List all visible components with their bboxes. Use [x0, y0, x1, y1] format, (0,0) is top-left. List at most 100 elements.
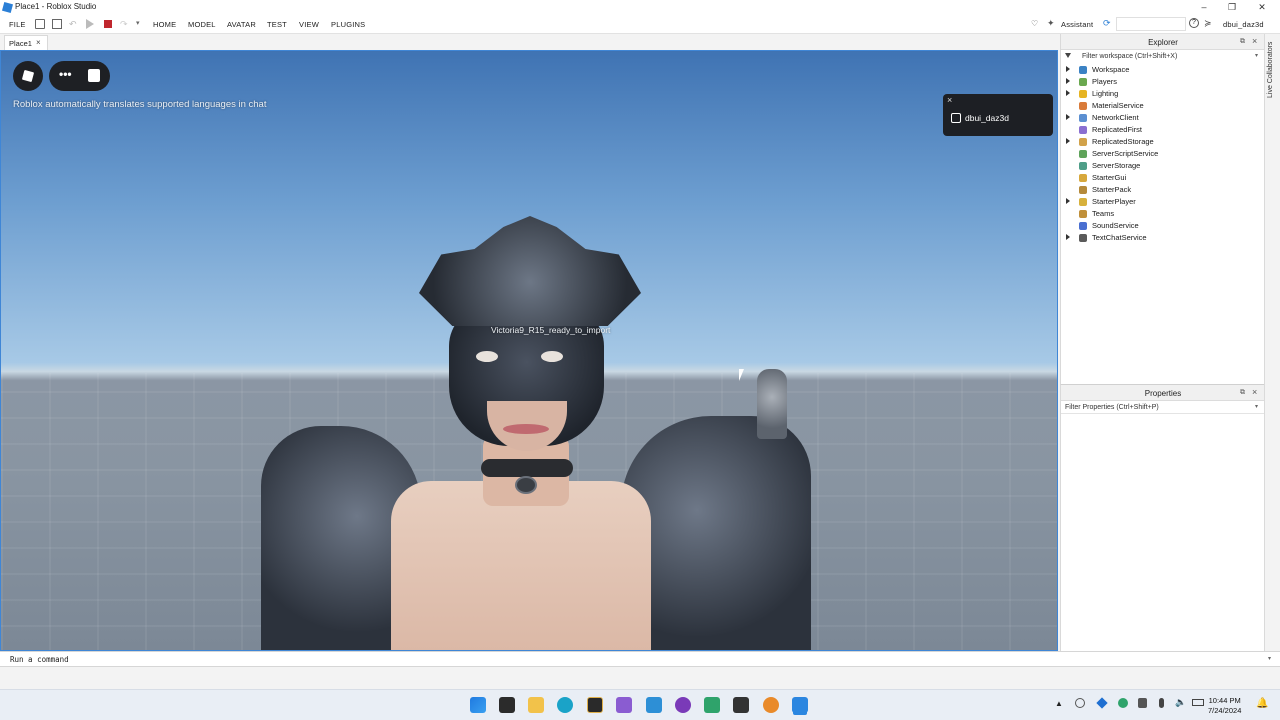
explorer-item-startergui[interactable]: StarterGui — [1061, 172, 1265, 184]
new-file-icon[interactable] — [35, 19, 45, 29]
menu-plugins[interactable]: PLUGINS — [331, 20, 365, 29]
explorer-item-lighting[interactable]: Lighting — [1061, 88, 1265, 100]
username-label[interactable]: dbui_daz3d — [1223, 20, 1264, 29]
close-properties-icon[interactable]: × — [1252, 387, 1257, 397]
explorer-item-label: Lighting — [1092, 89, 1119, 98]
explorer-item-teams[interactable]: Teams — [1061, 208, 1265, 220]
expand-arrow-icon[interactable] — [1066, 198, 1070, 204]
dropdown-chevron-icon[interactable]: ▾ — [1255, 52, 1258, 59]
tray-network-icon[interactable] — [1075, 698, 1085, 708]
explorer-item-materialservice[interactable]: MaterialService — [1061, 100, 1265, 112]
explorer-item-starterplayer[interactable]: StarterPlayer — [1061, 196, 1265, 208]
minimize-button[interactable]: – — [1190, 0, 1218, 15]
customize-icon[interactable]: ▾ — [136, 19, 146, 29]
menu-home[interactable]: HOME — [153, 20, 176, 29]
roblox-logo-icon — [21, 69, 35, 83]
stop-icon[interactable] — [104, 20, 112, 28]
maximize-button[interactable]: ❐ — [1218, 0, 1246, 15]
more-options-button[interactable]: ••• — [49, 61, 110, 91]
live-collaborators-strip[interactable] — [1264, 34, 1280, 651]
speaker-icon[interactable]: 🔈 — [1175, 697, 1186, 708]
roblox-menu-button[interactable] — [13, 61, 43, 91]
filter-icon — [1065, 53, 1071, 58]
3d-viewport[interactable]: ••• Roblox automatically translates supp… — [0, 50, 1058, 651]
window-title: Place1 - Roblox Studio — [15, 2, 97, 11]
explorer-item-networkclient[interactable]: NetworkClient — [1061, 112, 1265, 124]
dropdown-chevron-icon[interactable]: ▾ — [1268, 655, 1271, 662]
assistant-icon[interactable]: ✦ — [1047, 18, 1055, 29]
save-icon[interactable] — [52, 19, 62, 29]
tray-app-icon[interactable] — [1138, 698, 1147, 708]
share-icon[interactable]: ≽ — [1204, 18, 1212, 29]
server-script-icon — [1079, 150, 1087, 158]
menu-view[interactable]: VIEW — [299, 20, 319, 29]
heart-icon[interactable]: ♡ — [1031, 19, 1038, 28]
explorer-item-replicatedfirst[interactable]: ReplicatedFirst — [1061, 124, 1265, 136]
sync-icon[interactable]: ⟳ — [1103, 18, 1111, 29]
play-icon[interactable] — [86, 19, 94, 29]
app-icon[interactable] — [499, 697, 515, 713]
command-bar[interactable]: Run a command ▾ — [0, 651, 1280, 667]
explorer-item-serverscriptservice[interactable]: ServerScriptService — [1061, 148, 1265, 160]
live-collaborators-label[interactable]: Live Collaborators — [1267, 42, 1274, 98]
vscode-icon[interactable] — [646, 697, 662, 713]
explorer-item-serverstorage[interactable]: ServerStorage — [1061, 160, 1265, 172]
explorer-item-textchatservice[interactable]: TextChatService — [1061, 232, 1265, 244]
explorer-item-soundservice[interactable]: SoundService — [1061, 220, 1265, 232]
help-icon[interactable]: ? — [1189, 18, 1199, 28]
explorer-item-replicatedstorage[interactable]: ReplicatedStorage — [1061, 136, 1265, 148]
daz-icon[interactable] — [587, 697, 603, 713]
dropdown-chevron-icon[interactable]: ▾ — [1255, 403, 1258, 410]
microphone-icon[interactable] — [1159, 698, 1164, 708]
tray-app-icon[interactable] — [1118, 698, 1128, 708]
explorer-item-players[interactable]: Players — [1061, 76, 1265, 88]
menu-model[interactable]: MODEL — [188, 20, 216, 29]
assistant-button[interactable]: Assistant — [1061, 20, 1093, 29]
expand-arrow-icon[interactable] — [1066, 90, 1070, 96]
close-button[interactable]: ✕ — [1248, 0, 1276, 15]
close-icon[interactable]: × — [947, 95, 952, 105]
taskbar-clock[interactable]: 10:44 PM 7/24/2024 — [1208, 696, 1241, 716]
folder-icon[interactable] — [528, 697, 544, 713]
dropbox-icon[interactable] — [1096, 697, 1108, 709]
choker-collar — [481, 459, 573, 477]
expand-arrow-icon[interactable] — [1066, 138, 1070, 144]
expand-arrow-icon[interactable] — [1066, 78, 1070, 84]
search-input[interactable] — [1116, 17, 1186, 31]
visual-studio-icon[interactable] — [616, 697, 632, 713]
battery-icon[interactable] — [1192, 699, 1204, 706]
edge-icon[interactable] — [557, 697, 573, 713]
globe-icon — [1079, 66, 1087, 74]
close-explorer-icon[interactable]: × — [1252, 36, 1257, 46]
notification-bell-icon[interactable]: 🔔 — [1256, 698, 1268, 709]
expand-arrow-icon[interactable] — [1066, 234, 1070, 240]
menu-avatar[interactable]: AVATAR — [227, 20, 256, 29]
undo-icon[interactable]: ↶ — [69, 19, 79, 29]
player-name[interactable]: dbui_daz3d — [965, 113, 1009, 123]
explorer-filter-input[interactable]: Filter workspace (Ctrl+Shift+X) ▾ — [1061, 51, 1265, 63]
terminal-icon[interactable] — [733, 697, 749, 713]
redo-icon[interactable]: ↷ — [120, 19, 130, 29]
expand-arrow-icon[interactable] — [1066, 114, 1070, 120]
start-icon[interactable] — [470, 697, 486, 713]
app-icon[interactable] — [704, 697, 720, 713]
undock-icon[interactable]: ⧉ — [1240, 389, 1245, 397]
explorer-item-label: MaterialService — [1092, 101, 1144, 110]
tray-chevron-icon[interactable]: ▲ — [1055, 699, 1063, 708]
app-icon[interactable] — [675, 697, 691, 713]
roblox-studio-icon[interactable] — [792, 697, 808, 713]
properties-filter-input[interactable]: Filter Properties (Ctrl+Shift+P) ▾ — [1061, 402, 1265, 414]
explorer-item-starterpack[interactable]: StarterPack — [1061, 184, 1265, 196]
close-tab-icon[interactable]: × — [36, 38, 41, 47]
expand-arrow-icon[interactable] — [1066, 66, 1070, 72]
filter-placeholder: Filter Properties (Ctrl+Shift+P) — [1065, 404, 1159, 411]
tab-place1[interactable]: Place1 × — [4, 35, 48, 50]
distant-character[interactable] — [757, 369, 787, 439]
explorer-item-workspace[interactable]: Workspace — [1061, 64, 1265, 76]
blender-icon[interactable] — [763, 697, 779, 713]
character-model[interactable] — [261, 211, 821, 650]
menu-test[interactable]: TEST — [267, 20, 287, 29]
command-input[interactable]: Run a command — [10, 655, 69, 664]
undock-icon[interactable]: ⧉ — [1240, 38, 1245, 46]
menu-file[interactable]: FILE — [9, 20, 26, 29]
